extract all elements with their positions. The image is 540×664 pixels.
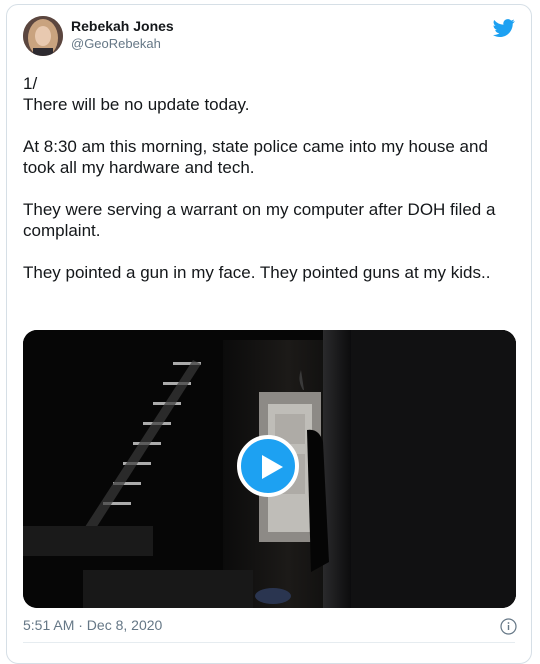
tweet-timestamp[interactable]: 5:51 AM · Dec 8, 2020 <box>23 617 162 633</box>
divider <box>23 642 515 643</box>
tweet-header: Rebekah Jones @GeoRebekah <box>7 5 531 65</box>
tweet-text: 1/ There will be no update today. At 8:3… <box>23 73 523 283</box>
author-name[interactable]: Rebekah Jones <box>71 18 174 34</box>
tweet-paragraph: At 8:30 am this morning, state police ca… <box>23 137 488 177</box>
tweet-paragraph: 1/ There will be no update today. <box>23 74 250 114</box>
tweet-footer: 5:51 AM · Dec 8, 2020 <box>23 617 517 637</box>
video-player[interactable] <box>23 330 516 608</box>
play-button[interactable] <box>237 435 299 497</box>
tweet-card: Rebekah Jones @GeoRebekah 1/ There will … <box>6 4 532 664</box>
author-handle[interactable]: @GeoRebekah <box>71 36 161 51</box>
avatar[interactable] <box>23 16 63 56</box>
tweet-paragraph: They pointed a gun in my face. They poin… <box>23 263 491 282</box>
avatar-image <box>23 16 63 56</box>
tweet-paragraph: They were serving a warrant on my comput… <box>23 200 496 240</box>
twitter-bird-icon[interactable] <box>493 17 515 39</box>
play-icon <box>262 455 283 479</box>
info-icon[interactable] <box>500 618 517 635</box>
